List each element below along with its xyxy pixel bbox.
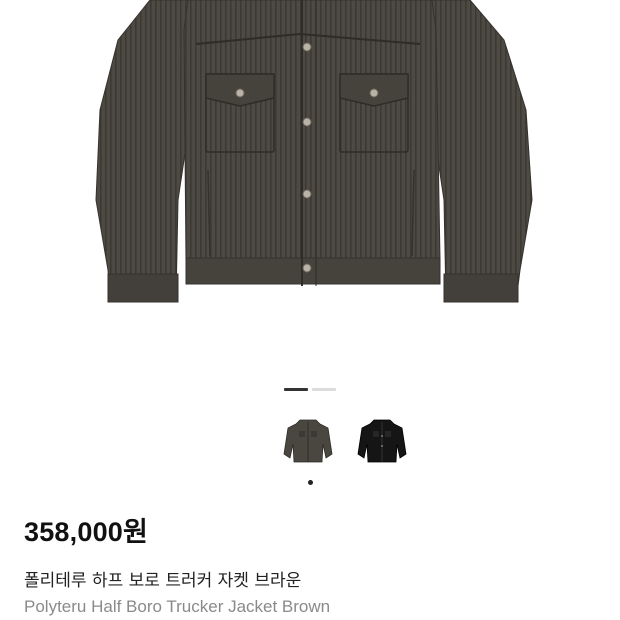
image-pager [284, 388, 336, 391]
brown-jacket-icon [283, 419, 333, 463]
product-name-korean: 폴리테루 하프 보로 트러커 자켓 브라운 [24, 571, 302, 591]
pager-segment[interactable] [312, 388, 336, 391]
product-price: 358,000원 [24, 517, 149, 547]
black-jacket-icon [357, 419, 407, 463]
pager-segment-active[interactable] [284, 388, 308, 391]
jacket-illustration [95, 0, 533, 303]
selected-color-indicator [308, 480, 313, 485]
product-main-image[interactable] [0, 0, 620, 360]
black-jacket-thumbnail[interactable] [354, 414, 410, 470]
product-detail-page: 358,000원 폴리테루 하프 보로 트러커 자켓 브라운 Polyteru … [0, 0, 620, 620]
product-name-english: Polyteru Half Boro Trucker Jacket Brown [24, 597, 331, 616]
color-options [280, 414, 410, 470]
brown-jacket-thumbnail[interactable] [280, 414, 336, 470]
